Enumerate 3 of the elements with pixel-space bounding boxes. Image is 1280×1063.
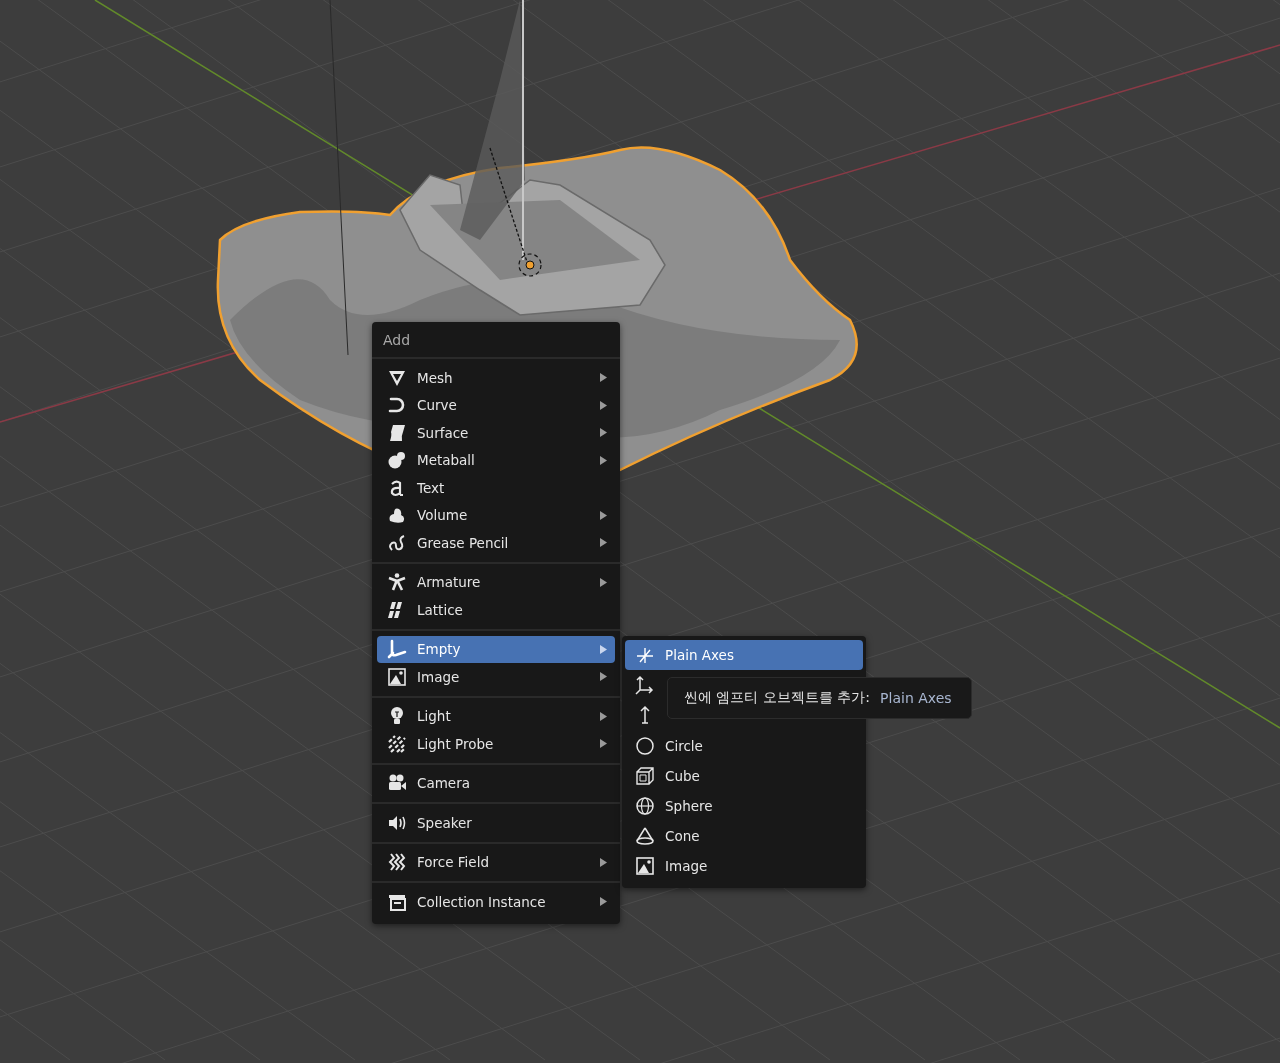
menu-title: Add (372, 322, 620, 359)
tooltip-text: 씬에 엠프티 오브젝트를 추가: (684, 689, 871, 707)
tooltip-value: Plain Axes (880, 690, 952, 706)
